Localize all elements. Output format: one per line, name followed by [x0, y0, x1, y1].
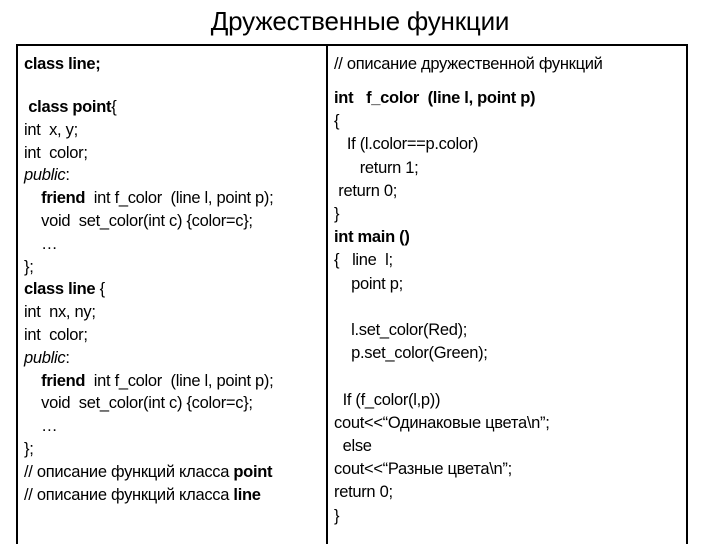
code-text: point p;	[351, 274, 403, 293]
code-text: };	[24, 440, 34, 458]
code-text: {	[111, 98, 117, 116]
left-code-line: class line {	[24, 279, 105, 299]
keyword-text: friend	[41, 371, 86, 390]
right-code-line: }	[334, 204, 340, 224]
right-code-line: int f_color (line l, point p)	[334, 88, 536, 108]
code-text: If (l.color==p.color)	[346, 135, 479, 154]
left-code-line: };	[24, 439, 34, 459]
slide-title: Дружественные функции	[210, 6, 510, 36]
code-text: void set_color(int c) {color=c};	[41, 212, 253, 230]
right-code-line: If (f_color(l,p))	[334, 390, 441, 410]
code-text: :	[65, 348, 70, 367]
code-text: int color;	[24, 143, 88, 162]
code-text: };	[24, 257, 34, 276]
code-text: else	[342, 437, 372, 455]
right-code-line: }	[334, 506, 340, 526]
right-code-line: point p;	[334, 274, 403, 294]
left-code-line: int x, y;	[24, 120, 78, 140]
code-text: void set_color(int c) {color=c};	[41, 394, 253, 413]
left-code-line: public:	[24, 348, 70, 368]
right-code-line: else	[334, 436, 372, 456]
keyword-text: int f_color (line l, point p)	[334, 89, 536, 107]
code-text: cout<<“Разные цвета\n”;	[334, 460, 512, 479]
code-table: class line; class point{int x, y; int col…	[16, 44, 688, 544]
left-code-line: public:	[24, 165, 70, 185]
code-text: …	[41, 234, 58, 253]
keyword-text: int main ()	[334, 228, 410, 247]
right-code-line: l.set_color(Red);	[334, 320, 467, 340]
right-code-line: { line l;	[334, 250, 393, 270]
code-text: { line l;	[334, 251, 393, 270]
code-text: int f_color (line l, point p);	[85, 189, 274, 208]
left-code-line: …	[24, 416, 58, 436]
code-text: // описание функций класса	[24, 462, 234, 481]
right-code-line: return 1;	[334, 158, 419, 178]
code-text: If (f_color(l,p))	[342, 390, 441, 409]
keyword-text: friend	[41, 189, 86, 208]
right-code-line: cout<<“Разные цвета\n”;	[334, 459, 512, 479]
code-text: return 0;	[334, 483, 393, 502]
code-text: p.set_color(Green);	[351, 344, 488, 363]
code-text: {	[95, 280, 106, 299]
right-code-line: {	[334, 111, 340, 131]
left-code-line: void set_color(int c) {color=c};	[24, 393, 253, 413]
left-code-line: class point{	[24, 97, 116, 117]
code-text: }	[334, 205, 340, 223]
code-text: return 0;	[338, 181, 398, 200]
code-text: int nx, ny;	[24, 303, 96, 322]
italic-text: public	[24, 166, 66, 185]
left-code-line: friend int f_color (line l, point p);	[24, 371, 274, 391]
right-code-line: int main ()	[334, 227, 410, 247]
right-column-header: // описание дружественной функций	[334, 55, 603, 73]
right-code-line: return 0;	[334, 482, 393, 502]
left-code-line: };	[24, 257, 34, 277]
code-text: …	[41, 417, 58, 436]
right-code-line: return 0;	[334, 181, 397, 201]
code-text: l.set_color(Red);	[351, 321, 468, 339]
right-code-line: If (l.color==p.color)	[334, 134, 479, 154]
left-code-line: int color;	[24, 325, 88, 345]
italic-text: public	[24, 348, 66, 367]
keyword-text: class point	[28, 98, 112, 116]
code-text: }	[334, 506, 340, 525]
left-code-line: …	[24, 234, 58, 254]
right-code-line: p.set_color(Green);	[334, 343, 488, 363]
left-code-line: // описание функций класса point	[24, 462, 273, 482]
keyword-text: class line	[24, 280, 96, 299]
code-text: cout<<“Одинаковые цвета\n”;	[334, 413, 550, 432]
keyword-text: point	[233, 462, 273, 481]
left-code-line: void set_color(int c) {color=c};	[24, 211, 253, 231]
column-divider	[326, 46, 328, 544]
code-text: int x, y;	[24, 120, 78, 139]
left-code-line: int color;	[24, 143, 88, 163]
left-code-line: friend int f_color (line l, point p);	[24, 188, 274, 208]
code-text: :	[65, 166, 70, 185]
right-code-line: cout<<“Одинаковые цвета\n”;	[334, 413, 550, 433]
code-text: // описание функций класса	[24, 485, 234, 504]
left-code-line: // описание функций класса line	[24, 485, 261, 505]
left-code-line: int nx, ny;	[24, 302, 96, 322]
left-column-header: class line;	[24, 55, 101, 73]
code-text: {	[334, 112, 340, 131]
code-text: int f_color (line l, point p);	[85, 371, 274, 390]
code-text: int color;	[24, 326, 88, 344]
code-text: return 1;	[359, 158, 419, 177]
keyword-text: line	[233, 485, 261, 504]
